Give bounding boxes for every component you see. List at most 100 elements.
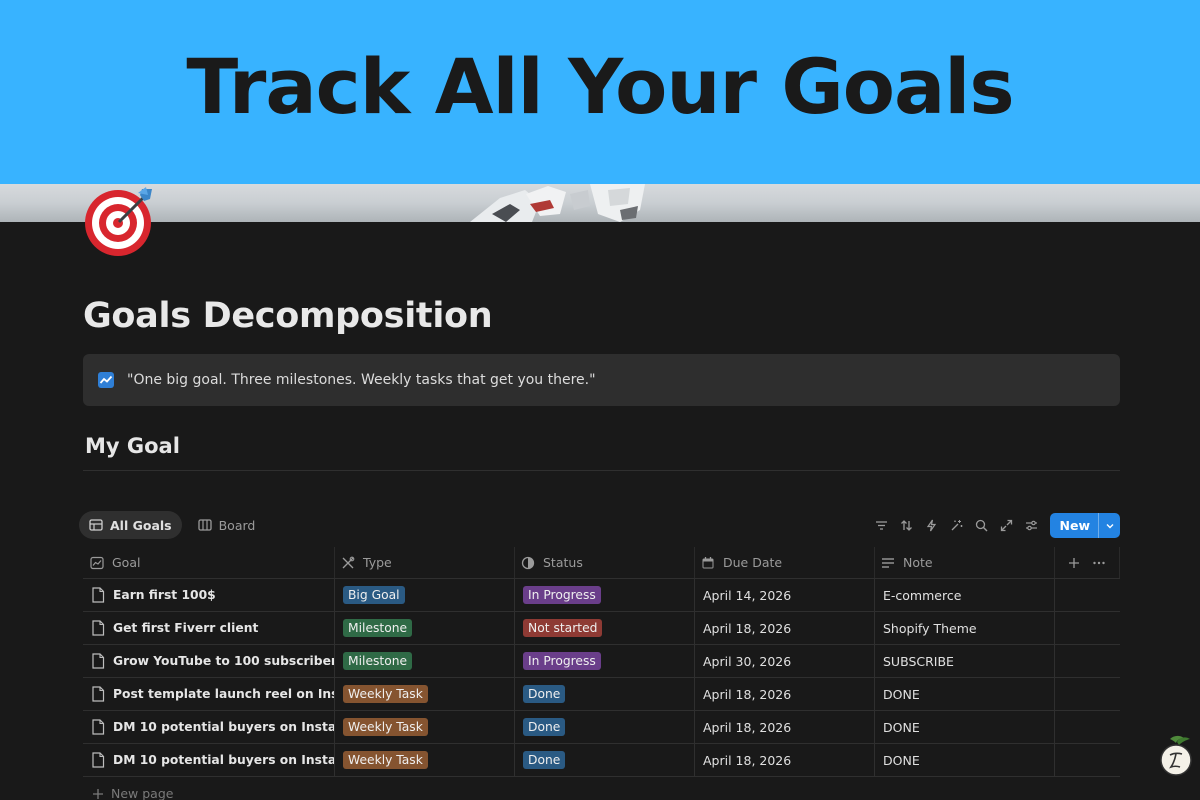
- column-header-type[interactable]: Type: [335, 547, 515, 578]
- note-text: Shopify Theme: [883, 620, 977, 636]
- column-label: Type: [363, 555, 392, 570]
- note-cell[interactable]: DONE: [875, 711, 1055, 743]
- new-dropdown-button[interactable]: [1098, 513, 1120, 538]
- note-cell[interactable]: Shopify Theme: [875, 612, 1055, 644]
- new-button[interactable]: New: [1049, 513, 1120, 538]
- expand-button[interactable]: [994, 514, 1019, 538]
- status-tag: Done: [523, 751, 566, 769]
- type-cell[interactable]: Milestone: [335, 612, 515, 644]
- due-date-cell[interactable]: April 18, 2026: [695, 612, 875, 644]
- tab-label: Board: [218, 517, 256, 533]
- automation-button[interactable]: [919, 514, 944, 538]
- plus-icon: [93, 788, 103, 799]
- goal-name: Grow YouTube to 100 subscribers: [113, 654, 335, 668]
- note-cell[interactable]: DONE: [875, 744, 1055, 776]
- table-row[interactable]: DM 10 potential buyers on Instagram Week…: [83, 744, 1120, 777]
- goal-cell[interactable]: Post template launch reel on Instagram: [83, 678, 335, 710]
- note-cell[interactable]: DONE: [875, 678, 1055, 710]
- table-header: Goal Type Status Due Date Note: [83, 547, 1120, 579]
- due-date: April 18, 2026: [703, 752, 792, 768]
- due-date-cell[interactable]: April 18, 2026: [695, 744, 875, 776]
- type-cell[interactable]: Weekly Task: [335, 711, 515, 743]
- sort-button[interactable]: [894, 514, 919, 538]
- table-row[interactable]: Grow YouTube to 100 subscribers Mileston…: [83, 645, 1120, 678]
- status-tag: Not started: [523, 619, 603, 637]
- chevron-down-icon: [1106, 523, 1113, 528]
- page-icon: [92, 587, 105, 603]
- status-cell[interactable]: Not started: [515, 612, 695, 644]
- search-icon: [975, 519, 987, 532]
- column-header-status[interactable]: Status: [515, 547, 695, 578]
- column-header-due-date[interactable]: Due Date: [695, 547, 875, 578]
- due-date-cell[interactable]: April 30, 2026: [695, 645, 875, 677]
- status-cell[interactable]: In Progress: [515, 645, 695, 677]
- status-cell[interactable]: Done: [515, 744, 695, 776]
- type-cell[interactable]: Big Goal: [335, 579, 515, 611]
- page-icon: [92, 686, 105, 702]
- due-date-cell[interactable]: April 18, 2026: [695, 678, 875, 710]
- column-header-goal[interactable]: Goal: [83, 547, 335, 578]
- table-icon: [89, 519, 103, 531]
- column-label: Note: [903, 555, 933, 570]
- type-tag: Weekly Task: [343, 751, 428, 769]
- status-icon: [521, 556, 535, 569]
- page-icon: [92, 653, 105, 669]
- column-header-note[interactable]: Note: [875, 547, 1055, 578]
- table-row[interactable]: Post template launch reel on Instagram W…: [83, 678, 1120, 711]
- settings-button[interactable]: [1019, 514, 1044, 538]
- goal-cell[interactable]: Get first Fiverr client: [83, 612, 335, 644]
- more-options-icon[interactable]: [1092, 557, 1106, 569]
- text-lines-icon: [882, 557, 894, 568]
- database-toolbar: New: [869, 513, 1120, 538]
- tab-all-goals[interactable]: All Goals: [79, 511, 182, 539]
- trend-icon: [90, 556, 104, 569]
- status-cell[interactable]: Done: [515, 678, 695, 710]
- search-button[interactable]: [969, 514, 994, 538]
- type-cell[interactable]: Milestone: [335, 645, 515, 677]
- status-tag: Done: [523, 685, 566, 703]
- type-tag: Weekly Task: [343, 718, 428, 736]
- status-cell[interactable]: Done: [515, 711, 695, 743]
- goal-cell[interactable]: DM 10 potential buyers on Instagram: [83, 711, 335, 743]
- tab-board[interactable]: Board: [188, 511, 266, 539]
- note-text: DONE: [883, 719, 920, 735]
- goal-cell[interactable]: DM 10 potential buyers on Instagram: [83, 744, 335, 776]
- type-tag: Weekly Task: [343, 685, 428, 703]
- creator-logo-icon: [1160, 735, 1192, 776]
- chart-trend-icon: [98, 372, 114, 388]
- table-row[interactable]: Earn first 100$ Big Goal In Progress Apr…: [83, 579, 1120, 612]
- empty-cell: [1055, 645, 1120, 677]
- table-row[interactable]: DM 10 potential buyers on Instagram Week…: [83, 711, 1120, 744]
- due-date-cell[interactable]: April 14, 2026: [695, 579, 875, 611]
- status-cell[interactable]: In Progress: [515, 579, 695, 611]
- new-page-button[interactable]: New page: [92, 786, 173, 800]
- callout-text: "One big goal. Three milestones. Weekly …: [127, 372, 596, 388]
- filter-button[interactable]: [869, 514, 894, 538]
- quote-callout: "One big goal. Three milestones. Weekly …: [83, 354, 1120, 406]
- page-icon: [92, 620, 105, 636]
- cover-image[interactable]: [0, 184, 1200, 222]
- note-cell[interactable]: E-commerce: [875, 579, 1055, 611]
- view-tabs: All Goals Board: [79, 511, 265, 539]
- goal-cell[interactable]: Grow YouTube to 100 subscribers: [83, 645, 335, 677]
- add-column-icon[interactable]: [1068, 557, 1080, 569]
- ai-button[interactable]: [944, 514, 969, 538]
- tab-label: All Goals: [110, 517, 172, 533]
- tools-icon: [342, 556, 355, 568]
- target-icon[interactable]: [82, 183, 156, 257]
- section-divider: [83, 470, 1120, 471]
- table-row[interactable]: Get first Fiverr client Milestone Not st…: [83, 612, 1120, 645]
- ai-sparkle-icon: [951, 520, 962, 531]
- note-text: DONE: [883, 686, 920, 702]
- due-date-cell[interactable]: April 18, 2026: [695, 711, 875, 743]
- section-heading: My Goal: [85, 434, 180, 458]
- status-tag: In Progress: [523, 652, 601, 670]
- automation-icon: [926, 519, 936, 532]
- page-icon: [92, 752, 105, 768]
- note-cell[interactable]: SUBSCRIBE: [875, 645, 1055, 677]
- goal-cell[interactable]: Earn first 100$: [83, 579, 335, 611]
- type-cell[interactable]: Weekly Task: [335, 678, 515, 710]
- empty-cell: [1055, 612, 1120, 644]
- status-tag: In Progress: [523, 586, 601, 604]
- type-cell[interactable]: Weekly Task: [335, 744, 515, 776]
